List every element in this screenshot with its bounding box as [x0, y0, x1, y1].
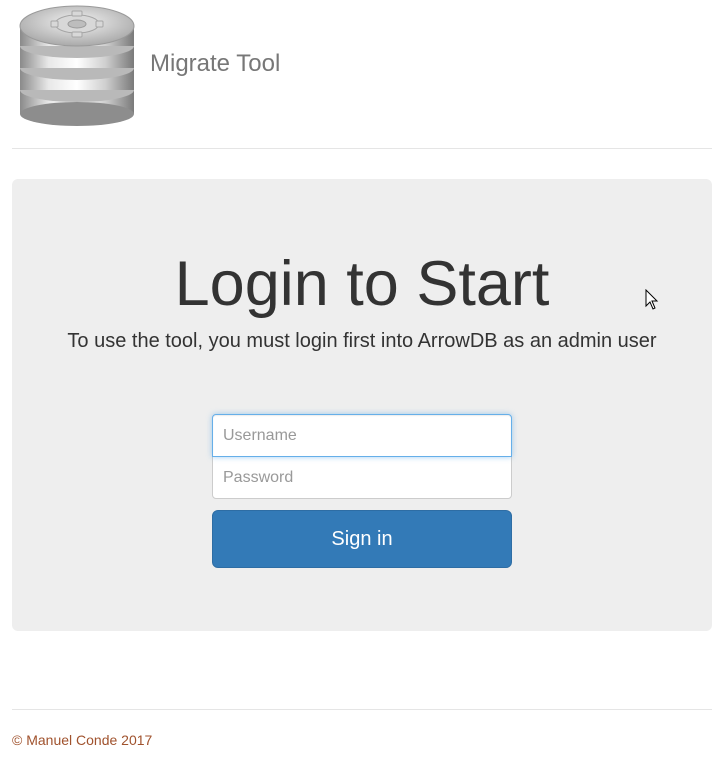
page-title: Login to Start	[174, 249, 550, 319]
password-input[interactable]	[212, 456, 512, 499]
username-input[interactable]	[212, 414, 512, 457]
footer-copyright: © Manuel Conde 2017	[12, 732, 153, 748]
database-gear-icon	[19, 5, 135, 126]
sign-in-button[interactable]: Sign in	[212, 510, 512, 568]
page: Migrate Tool Login to Start To use the t…	[0, 0, 726, 761]
mouse-cursor-icon	[645, 289, 659, 310]
app-title: Migrate Tool	[150, 50, 281, 77]
login-form: Sign in	[212, 414, 512, 568]
login-panel: Login to Start To use the tool, you must…	[12, 179, 712, 631]
login-instructions: To use the tool, you must login first in…	[67, 330, 657, 352]
header: Migrate Tool	[12, 0, 712, 149]
footer-divider	[12, 709, 712, 710]
